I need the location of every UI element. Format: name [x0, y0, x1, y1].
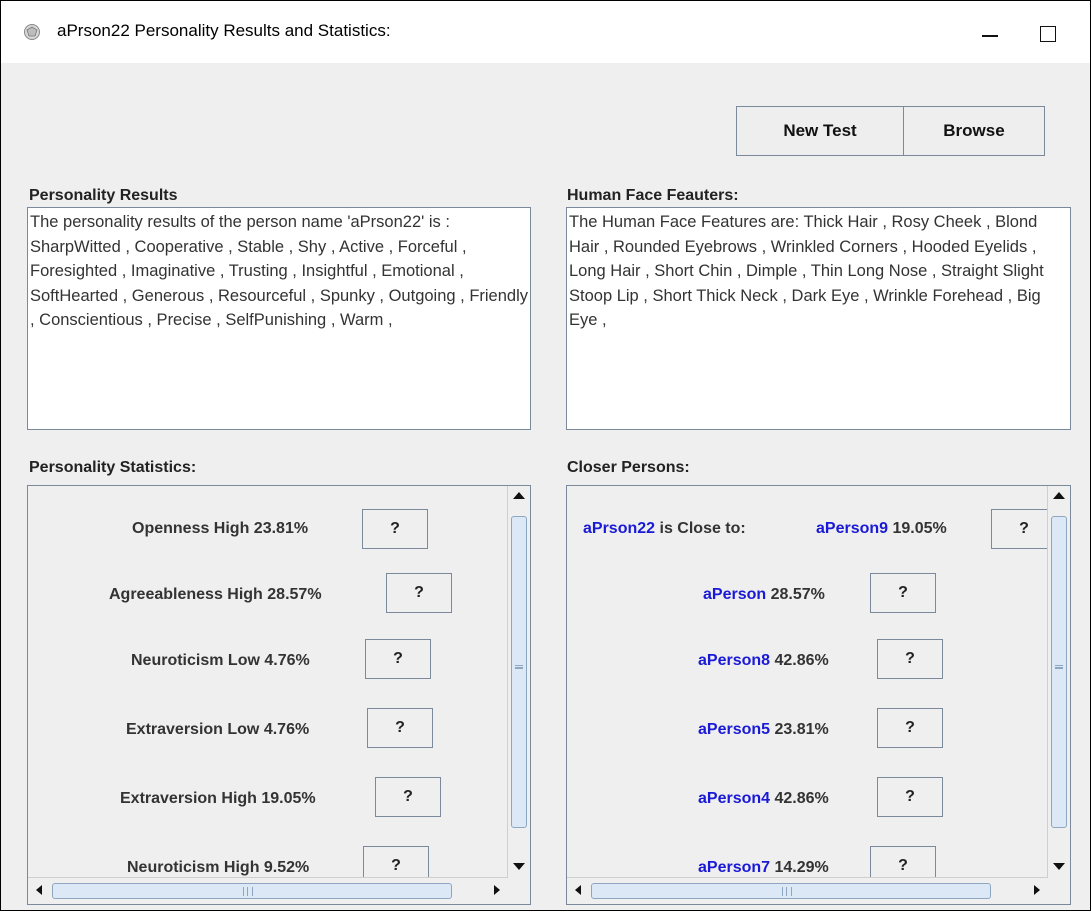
stat-row-label: Extraversion Low 4.76% [126, 721, 310, 738]
scroll-thumb[interactable] [591, 883, 991, 899]
scroll-right-icon[interactable] [1034, 885, 1040, 895]
scroll-up-icon[interactable] [513, 492, 525, 499]
person-percent: 14.29% [774, 859, 829, 876]
closer-persons-pane[interactable]: aPrson22 is Close to: aPerson9 19.05% ? … [566, 485, 1071, 905]
stat-info-button[interactable]: ? [365, 639, 431, 679]
scroll-corner [1048, 878, 1070, 904]
stat-info-button[interactable]: ? [375, 777, 441, 817]
minimize-button[interactable] [966, 17, 1012, 49]
scroll-thumb[interactable] [52, 883, 452, 899]
stat-info-button[interactable]: ? [386, 573, 452, 613]
horizontal-scrollbar[interactable] [28, 877, 508, 904]
scroll-up-icon[interactable] [1053, 492, 1065, 499]
closer-header: aPrson22 is Close to: [583, 520, 746, 538]
closer-persons-label: Closer Persons: [567, 459, 690, 476]
window-title: aPrson22 Personality Results and Statist… [57, 21, 391, 40]
person-info-button[interactable]: ? [877, 708, 943, 748]
horizontal-scrollbar[interactable] [567, 877, 1048, 904]
scroll-down-icon[interactable] [513, 863, 525, 870]
person-name[interactable]: aPerson5 [698, 721, 770, 738]
face-features-label: Human Face Feauters: [567, 187, 739, 204]
closer-row: aPerson 28.57% [703, 586, 825, 604]
personality-results-textarea[interactable]: The personality results of the person na… [27, 207, 531, 430]
person-info-button[interactable]: ? [877, 777, 943, 817]
closer-row: aPerson7 14.29% [698, 859, 829, 877]
personality-statistics-label: Personality Statistics: [29, 459, 197, 476]
person-name[interactable]: aPerson [703, 586, 766, 603]
person-info-button[interactable]: ? [877, 639, 943, 679]
person-name[interactable]: aPerson7 [698, 859, 770, 876]
stat-row-label: Extraversion High 19.05% [120, 790, 316, 807]
vertical-scrollbar[interactable] [1047, 486, 1070, 878]
stat-row-label: Agreeableness High 28.57% [109, 586, 322, 603]
person-info-button[interactable]: ? [870, 573, 936, 613]
scroll-corner [508, 878, 530, 904]
vertical-scrollbar[interactable] [507, 486, 530, 878]
personality-results-label: Personality Results [29, 187, 178, 204]
person-percent: 28.57% [770, 586, 825, 603]
scroll-right-icon[interactable] [494, 885, 500, 895]
scroll-left-icon[interactable] [36, 885, 42, 895]
stat-info-button[interactable]: ? [362, 509, 428, 549]
person-name[interactable]: aPerson4 [698, 790, 770, 807]
person-percent: 42.86% [774, 790, 829, 807]
maximize-button[interactable] [1028, 17, 1074, 49]
app-icon [24, 24, 40, 40]
closer-row: aPerson8 42.86% [698, 652, 829, 670]
closer-row: aPerson9 19.05% [816, 520, 947, 538]
browse-button[interactable]: Browse [903, 106, 1045, 156]
scroll-thumb[interactable] [1051, 516, 1067, 828]
closer-row: aPerson5 23.81% [698, 721, 829, 739]
stat-row-label: Neuroticism High 9.52% [127, 859, 310, 876]
stat-row-label: Openness High 23.81% [132, 520, 309, 537]
scroll-left-icon[interactable] [575, 885, 581, 895]
stat-info-button[interactable]: ? [367, 708, 433, 748]
scroll-thumb[interactable] [511, 516, 527, 828]
person-percent: 23.81% [774, 721, 829, 738]
personality-statistics-pane[interactable]: Openness High 23.81% ? Agreeableness Hig… [27, 485, 531, 905]
new-test-button[interactable]: New Test [736, 106, 904, 156]
scroll-down-icon[interactable] [1053, 863, 1065, 870]
closer-row: aPerson4 42.86% [698, 790, 829, 808]
stat-row-label: Neuroticism Low 4.76% [131, 652, 310, 669]
is-close-to-label: is Close to: [659, 520, 746, 537]
title-bar[interactable]: aPrson22 Personality Results and Statist… [1, 1, 1090, 63]
person-percent: 42.86% [774, 652, 829, 669]
face-features-textarea[interactable]: The Human Face Features are: Thick Hair … [566, 207, 1071, 430]
person-percent: 19.05% [892, 520, 947, 537]
app-window: aPrson22 Personality Results and Statist… [0, 0, 1091, 911]
person-name[interactable]: aPerson8 [698, 652, 770, 669]
person-name[interactable]: aPerson9 [816, 520, 888, 537]
subject-name: aPrson22 [583, 520, 656, 537]
